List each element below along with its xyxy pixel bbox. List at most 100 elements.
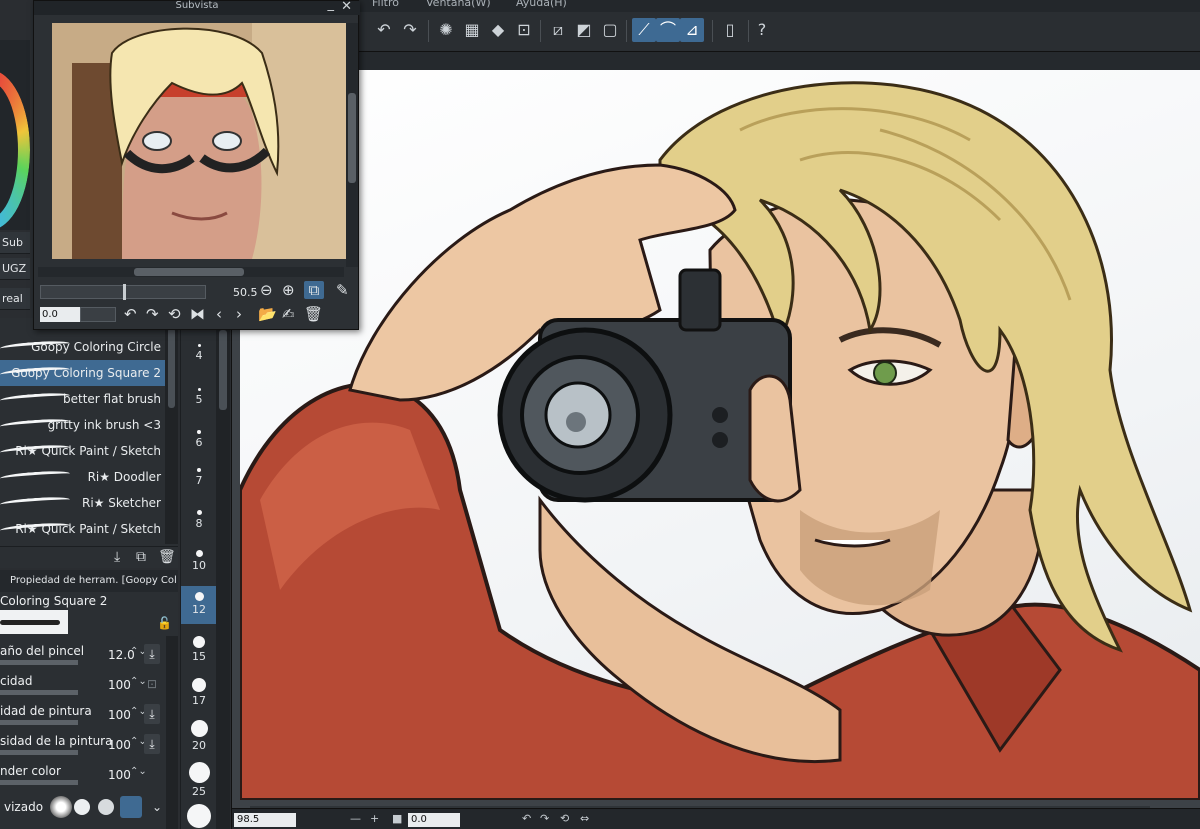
hide-selection-icon[interactable]: ⧄	[546, 18, 570, 42]
subview-zoom-slider[interactable]	[40, 284, 206, 300]
flip-horizontal-icon[interactable]: ⇔	[580, 812, 589, 825]
subview-horizontal-scrollbar[interactable]	[38, 267, 344, 277]
device-icon[interactable]: ▯	[718, 18, 742, 42]
property-slider[interactable]	[0, 720, 78, 725]
redo-icon[interactable]: ↷	[398, 18, 422, 42]
drawing-canvas[interactable]	[240, 70, 1200, 800]
color-wheel[interactable]	[0, 70, 30, 230]
size-option-10[interactable]: 10	[181, 550, 217, 572]
aa-none-icon[interactable]	[50, 796, 72, 818]
reset-rotation-icon[interactable]: ⟲	[560, 812, 569, 825]
pressure-settings-icon[interactable]: ⤓	[144, 704, 160, 724]
aa-weak-icon[interactable]	[74, 799, 90, 815]
scroll-thumb[interactable]	[134, 268, 244, 276]
fit-icon[interactable]: ■	[392, 812, 402, 825]
ruler-snap-icon[interactable]: ⟋	[632, 18, 656, 42]
next-image-icon[interactable]: ›	[236, 305, 242, 323]
zoom-in-icon[interactable]: ⊕	[282, 281, 295, 299]
list-item[interactable]: Ri★ Doodler	[0, 464, 165, 490]
size-option-17[interactable]: 17	[181, 678, 217, 707]
tab-subtool[interactable]: Sub	[0, 232, 30, 254]
loading-icon[interactable]: ✺	[434, 18, 458, 42]
pressure-settings-icon[interactable]: ⊡	[144, 674, 160, 694]
rotate-right-icon[interactable]: ↷	[146, 305, 159, 323]
chevron-down-icon[interactable]: ⌄	[146, 796, 168, 818]
pressure-settings-icon[interactable]: ⤓	[144, 644, 160, 664]
grid-snap-icon[interactable]: ⊿	[680, 18, 704, 42]
clear-selection-icon[interactable]: ▦	[460, 18, 484, 42]
close-icon[interactable]: ✕	[341, 0, 352, 14]
subview-vertical-scrollbar[interactable]	[346, 23, 358, 267]
rotate-left-icon[interactable]: ↶	[124, 305, 137, 323]
menu-ayuda[interactable]: Ayuda(H)	[516, 0, 567, 9]
size-option-6[interactable]: 6	[181, 430, 217, 449]
duplicate-icon[interactable]: ⧉	[136, 549, 146, 565]
size-option-30[interactable]	[181, 804, 217, 829]
list-item[interactable]: Goopy Coloring Square 2	[0, 360, 165, 386]
size-option-12[interactable]: 12	[181, 586, 217, 624]
property-value[interactable]: 100	[108, 678, 131, 692]
menu-filtro[interactable]: Filtro	[372, 0, 399, 9]
menu-ventana[interactable]: Ventana(W)	[426, 0, 491, 9]
property-slider[interactable]	[0, 780, 78, 785]
rotation-field[interactable]: 0.0	[408, 813, 460, 827]
import-image-icon[interactable]: 📂	[258, 305, 277, 323]
zoom-in-icon[interactable]: +	[370, 812, 379, 825]
edit-icon[interactable]: ✍	[282, 305, 295, 323]
brush-size-scrollbar[interactable]	[216, 330, 230, 829]
subview-angle-slider[interactable]	[80, 307, 116, 322]
zoom-out-icon[interactable]: —	[350, 812, 361, 825]
fit-view-icon[interactable]: ⧉	[304, 281, 324, 299]
flip-horizontal-icon[interactable]: ⧓	[190, 305, 205, 323]
tab-ugz[interactable]: UGZ	[0, 258, 30, 280]
download-icon[interactable]: ⤓	[114, 549, 120, 565]
transform-icon[interactable]: ⊡	[512, 18, 536, 42]
tool-property-scrollbar[interactable]	[166, 636, 178, 829]
zoom-out-icon[interactable]: ⊖	[260, 281, 273, 299]
reset-rotation-icon[interactable]: ⟲	[168, 305, 181, 323]
expand-selection-icon[interactable]: ▢	[598, 18, 622, 42]
color-wheel-panel[interactable]	[0, 40, 30, 230]
pressure-settings-icon[interactable]: ⤓	[144, 734, 160, 754]
rotate-left-icon[interactable]: ↶	[522, 812, 531, 825]
list-item[interactable]: Goopy Coloring Circle	[0, 334, 165, 360]
scroll-thumb[interactable]	[168, 328, 175, 408]
property-slider[interactable]	[0, 660, 78, 665]
subview-angle-field[interactable]: 0.0	[40, 307, 80, 322]
help-icon[interactable]: ?	[750, 18, 774, 42]
scroll-thumb[interactable]	[219, 330, 227, 410]
aa-strong-icon[interactable]	[120, 796, 142, 818]
list-item[interactable]: better flat brush	[0, 386, 165, 412]
lock-icon[interactable]: 🔓	[157, 616, 172, 630]
undo-icon[interactable]: ↶	[372, 18, 396, 42]
list-item[interactable]: Ri★ Quick Paint / Sketch	[0, 516, 165, 536]
size-option-4[interactable]: 4	[181, 344, 217, 362]
tab-real[interactable]: real	[0, 288, 30, 310]
scroll-thumb[interactable]	[348, 93, 356, 183]
minimize-icon[interactable]: _	[328, 0, 335, 12]
trash-icon[interactable]: 🗑	[304, 305, 323, 323]
property-value[interactable]: 100	[108, 768, 131, 782]
list-item[interactable]: Ri★ Sketcher	[0, 490, 165, 516]
property-value[interactable]: 100	[108, 738, 131, 752]
reference-image[interactable]	[52, 23, 347, 259]
aa-medium-icon[interactable]	[98, 799, 114, 815]
size-option-8[interactable]: 8	[181, 510, 217, 530]
special-ruler-snap-icon[interactable]: ⌒	[656, 18, 680, 42]
size-option-20[interactable]: 20	[181, 720, 217, 752]
previous-image-icon[interactable]: ‹	[216, 305, 222, 323]
list-item[interactable]: gritty ink brush <3	[0, 412, 165, 438]
list-item[interactable]: Ri★ Quick Paint / Sketch	[0, 438, 165, 464]
trash-icon[interactable]: 🗑	[158, 549, 176, 565]
zoom-field[interactable]: 98.5	[234, 813, 296, 827]
stepper-icon[interactable]: ⌃⌄	[130, 766, 147, 777]
invert-selection-icon[interactable]: ◩	[572, 18, 596, 42]
subview-zoom-value[interactable]: 50.5	[233, 286, 258, 299]
size-option-5[interactable]: 5	[181, 388, 217, 406]
rotate-right-icon[interactable]: ↷	[540, 812, 549, 825]
size-option-15[interactable]: 15	[181, 636, 217, 663]
size-option-25[interactable]: 25	[181, 762, 217, 798]
property-slider[interactable]	[0, 750, 78, 755]
property-value[interactable]: 100	[108, 708, 131, 722]
fill-icon[interactable]: ◆	[486, 18, 510, 42]
